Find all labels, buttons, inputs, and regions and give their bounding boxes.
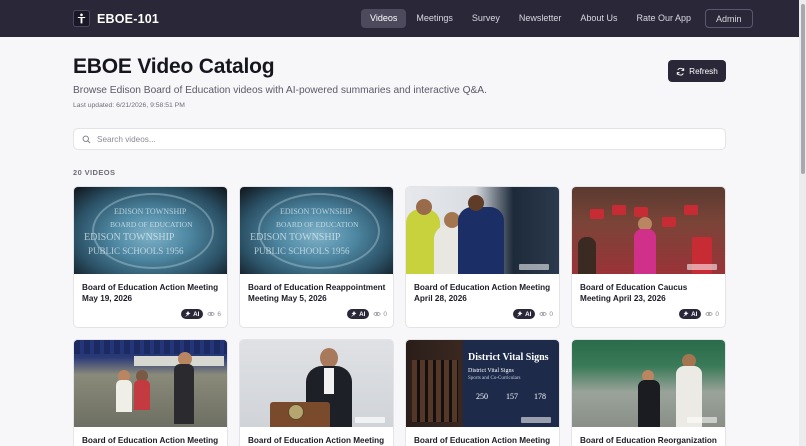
thumbnail-seal-text: EDISON TOWNSHIP [114, 207, 187, 216]
video-thumbnail [572, 340, 725, 427]
thumbnail-seal-text: EDISON TOWNSHIP [250, 232, 341, 243]
video-title: Board of Education Action Meeting April … [414, 283, 551, 303]
ai-badge: AI [347, 309, 370, 319]
brand-name: EBOE-101 [97, 11, 160, 26]
admin-button[interactable]: Admin [705, 9, 753, 28]
page-scrollbar[interactable] [799, 0, 806, 446]
video-title: Board of Education Action Meeting [82, 436, 219, 445]
thumbnail-slide-subtitle: Sports and Co-Curriculars [468, 376, 521, 381]
search-input[interactable] [97, 134, 697, 144]
video-meta: AI 0 [347, 309, 387, 319]
main-nav: Videos Meetings Survey Newsletter About … [361, 9, 754, 28]
nav-newsletter[interactable]: Newsletter [510, 9, 571, 28]
video-count: 20 VIDEOS [73, 168, 116, 177]
brand[interactable]: EBOE-101 [73, 10, 159, 27]
ai-badge: AI [181, 309, 204, 319]
thumbnail-slide-subtitle: District Vital Signs [468, 368, 514, 374]
thumbnail-slide-number: 178 [534, 392, 546, 401]
nav-survey[interactable]: Survey [463, 9, 509, 28]
video-title: Board of Education Caucus Meeting April … [580, 283, 688, 303]
page-title: EBOE Video Catalog [73, 55, 275, 78]
video-card[interactable]: EDISON TOWNSHIP BOARD OF EDUCATION EDISO… [73, 186, 228, 328]
thumbnail-seal-text: EDISON TOWNSHIP [280, 207, 353, 216]
video-thumbnail [240, 340, 393, 427]
video-thumbnail: EDISON TOWNSHIP BOARD OF EDUCATION EDISO… [240, 187, 393, 274]
video-thumbnail [74, 340, 227, 427]
thumbnail-slide-number: 250 [476, 392, 488, 401]
refresh-icon [676, 67, 685, 75]
video-card[interactable]: EDISON TOWNSHIP BOARD OF EDUCATION EDISO… [239, 186, 394, 328]
eye-icon [207, 311, 216, 317]
refresh-label: Refresh [689, 66, 718, 76]
video-thumbnail: District Vital Signs District Vital Sign… [406, 340, 559, 427]
eye-icon [705, 311, 714, 317]
thumbnail-seal-text: PUBLIC SCHOOLS 1956 [254, 246, 350, 256]
top-navigation-bar: EBOE-101 Videos Meetings Survey Newslett… [0, 0, 799, 37]
video-card[interactable]: Board of Education Caucus Meeting April … [571, 186, 726, 328]
search-icon [82, 135, 91, 143]
video-thumbnail: EDISON TOWNSHIP BOARD OF EDUCATION EDISO… [74, 187, 227, 274]
video-title: Board of Education Reappointment Meeting… [248, 283, 386, 303]
eye-icon [373, 311, 382, 317]
view-count: 0 [549, 310, 553, 318]
brand-logo-icon [73, 10, 90, 27]
page-subtitle: Browse Edison Board of Education videos … [73, 85, 487, 96]
video-card[interactable]: Board of Education Action Meeting April … [405, 186, 560, 328]
refresh-button[interactable]: Refresh [668, 60, 726, 82]
thumbnail-seal-text: BOARD OF EDUCATION [110, 220, 193, 229]
video-title: Board of Education Action Meeting [414, 436, 551, 445]
video-title: Board of Education Action Meeting [248, 436, 385, 445]
view-count: 6 [217, 310, 221, 318]
video-meta: AI 6 [181, 309, 221, 319]
thumbnail-seal-text: BOARD OF EDUCATION [276, 220, 359, 229]
view-count: 0 [383, 310, 387, 318]
video-meta: AI 0 [679, 309, 719, 319]
video-card[interactable]: District Vital Signs District Vital Sign… [405, 339, 560, 446]
thumbnail-slide-number: 157 [506, 392, 518, 401]
video-thumbnail [572, 187, 725, 274]
video-card[interactable]: Board of Education Action Meeting [73, 339, 228, 446]
thumbnail-seal-text: EDISON TOWNSHIP [84, 232, 175, 243]
video-title: Board of Education Action Meeting May 19… [82, 283, 219, 303]
ai-badge: AI [513, 309, 536, 319]
nav-about-us[interactable]: About Us [571, 9, 626, 28]
nav-videos[interactable]: Videos [361, 9, 407, 28]
eye-icon [539, 311, 548, 317]
video-title: Board of Education Reorganization [580, 436, 717, 445]
ai-badge: AI [679, 309, 702, 319]
video-thumbnail [406, 187, 559, 274]
thumbnail-seal-text: PUBLIC SCHOOLS 1956 [88, 246, 184, 256]
search-bar[interactable] [73, 128, 726, 150]
video-card[interactable]: Board of Education Action Meeting [239, 339, 394, 446]
nav-rate-our-app[interactable]: Rate Our App [627, 9, 700, 28]
nav-meetings[interactable]: Meetings [407, 9, 462, 28]
thumbnail-slide-title: District Vital Signs [468, 352, 549, 363]
video-card[interactable]: Board of Education Reorganization [571, 339, 726, 446]
video-meta: AI 0 [513, 309, 553, 319]
view-count: 0 [715, 310, 719, 318]
scrollbar-thumb[interactable] [801, 4, 805, 174]
last-updated-text: Last updated: 6/21/2026, 9:58:51 PM [73, 102, 185, 109]
